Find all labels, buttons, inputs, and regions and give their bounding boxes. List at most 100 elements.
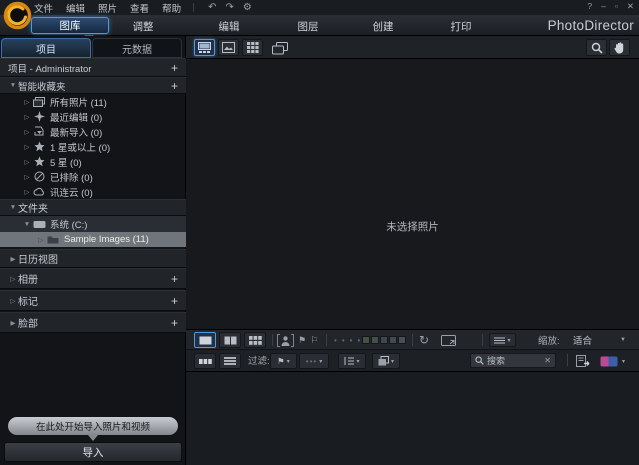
- folders-header[interactable]: ▼ 文件夹: [0, 199, 186, 216]
- tab-edit[interactable]: 编辑: [219, 19, 240, 34]
- flag-filter-dropdown[interactable]: ⚑ ▾: [270, 353, 297, 369]
- expand-icon[interactable]: ▶: [8, 255, 18, 263]
- share-dropdown[interactable]: ▾: [600, 353, 625, 369]
- minimize-button[interactable]: –: [601, 1, 606, 12]
- rating-dot[interactable]: •: [350, 336, 353, 345]
- expand-icon[interactable]: ▷: [22, 113, 32, 121]
- pan-tool-button[interactable]: [609, 39, 630, 56]
- menu-photo[interactable]: 照片: [98, 1, 117, 15]
- tab-layers[interactable]: 图层: [298, 19, 319, 34]
- single-view-button[interactable]: [194, 332, 216, 348]
- dual-view-button[interactable]: [219, 332, 241, 348]
- expand-icon[interactable]: ▷: [36, 236, 46, 244]
- rating-dot[interactable]: •: [357, 336, 360, 345]
- color-label-3[interactable]: [380, 336, 388, 344]
- clear-search-icon[interactable]: ✕: [544, 356, 551, 365]
- folder-drive-c[interactable]: ▼ 系统 (C:): [0, 216, 186, 232]
- redo-icon[interactable]: ↷: [225, 2, 233, 13]
- add-album-button[interactable]: +: [171, 273, 178, 285]
- expand-icon[interactable]: ▷: [22, 173, 32, 181]
- rating-dot[interactable]: •: [342, 336, 345, 345]
- color-label-5[interactable]: [398, 336, 406, 344]
- color-label-4[interactable]: [389, 336, 397, 344]
- sidebar-item-one-star-up[interactable]: ▷ 1 星或以上 (0): [0, 139, 186, 154]
- add-project-button[interactable]: +: [171, 62, 178, 74]
- project-header[interactable]: 项目 - Administrator +: [0, 58, 186, 77]
- collapse-icon[interactable]: ▼: [8, 82, 18, 89]
- maximize-button[interactable]: ▫: [615, 1, 618, 12]
- expand-icon[interactable]: ▷: [8, 275, 18, 283]
- calendar-view-header[interactable]: ▶ 日历视图: [0, 249, 186, 268]
- color-label-1[interactable]: [362, 336, 370, 344]
- zoom-level-dropdown[interactable]: 适合 ▼: [573, 332, 626, 348]
- stack-dropdown[interactable]: ▾: [372, 353, 400, 369]
- expand-icon[interactable]: ▷: [22, 128, 32, 136]
- albums-header[interactable]: ▷ 相册 +: [0, 268, 186, 289]
- color-label-2[interactable]: [371, 336, 379, 344]
- app-logo-icon[interactable]: [3, 1, 32, 30]
- expand-icon[interactable]: ▷: [8, 297, 18, 305]
- tab-metadata[interactable]: 元数据: [92, 38, 182, 58]
- collapse-icon[interactable]: ▼: [22, 221, 32, 228]
- import-hint-tooltip[interactable]: 在此处开始导入照片和视频: [8, 417, 178, 435]
- faces-header[interactable]: ▶ 脸部 +: [0, 312, 186, 333]
- multi-view-button[interactable]: [244, 332, 266, 348]
- flag-pick-icon[interactable]: ⚑: [298, 335, 306, 346]
- rotate-icon[interactable]: ↻: [419, 332, 429, 348]
- undo-icon[interactable]: ↶: [208, 2, 216, 13]
- flag-reject-icon[interactable]: ⚐: [310, 335, 318, 346]
- sidebar-item-excluded[interactable]: ▷ 已排除 (0): [0, 169, 186, 184]
- close-button[interactable]: ✕: [627, 1, 634, 12]
- export-button[interactable]: [576, 353, 591, 369]
- slideshow-button[interactable]: [441, 332, 456, 348]
- smart-collection-header[interactable]: ▼ 智能收藏夹 +: [0, 77, 186, 94]
- tab-create[interactable]: 创建: [373, 19, 394, 34]
- rating-dots-icon: •••: [305, 356, 318, 366]
- sidebar-item-recently-edited[interactable]: ▷ 最近编辑 (0): [0, 109, 186, 124]
- sidebar-item-five-star[interactable]: ▷ 5 星 (0): [0, 154, 186, 169]
- photo-viewer-canvas[interactable]: 未选择照片: [186, 59, 639, 329]
- add-smart-collection-button[interactable]: +: [171, 80, 178, 92]
- add-tag-button[interactable]: +: [171, 295, 178, 307]
- menu-view[interactable]: 查看: [130, 1, 149, 15]
- tab-library[interactable]: 图库: [31, 17, 109, 34]
- filmstrip-panel[interactable]: [186, 372, 639, 465]
- menu-edit[interactable]: 编辑: [66, 1, 85, 15]
- menu-help[interactable]: 帮助: [162, 1, 181, 15]
- tab-print[interactable]: 打印: [451, 19, 472, 34]
- viewer-view-icon: [222, 42, 235, 53]
- browser-view-button[interactable]: [194, 39, 215, 56]
- expand-icon[interactable]: ▷: [22, 158, 32, 166]
- face-tag-button[interactable]: [277, 332, 294, 348]
- sidebar-item-cyberlink-cloud[interactable]: ▷ 讯连云 (0): [0, 184, 186, 199]
- expand-icon[interactable]: ▷: [22, 98, 32, 106]
- chevron-down-icon: ▾: [507, 337, 511, 344]
- search-input[interactable]: [487, 355, 542, 366]
- import-button[interactable]: 导入: [4, 442, 182, 462]
- settings-gear-icon[interactable]: ⚙: [243, 2, 252, 13]
- compare-mode-button[interactable]: [272, 40, 288, 56]
- zoom-tool-button[interactable]: [586, 39, 607, 56]
- help-button[interactable]: ?: [587, 1, 592, 12]
- rating-dot[interactable]: •: [334, 336, 337, 345]
- grid-view-button[interactable]: [242, 39, 263, 56]
- rating-filter-dropdown[interactable]: ••• ▾: [299, 353, 329, 369]
- expand-icon[interactable]: ▷: [22, 188, 32, 196]
- sidebar-item-all-photos[interactable]: ▷ 所有照片 (11): [0, 94, 186, 109]
- thumbnail-view-button[interactable]: [194, 353, 216, 369]
- list-view-button[interactable]: [219, 353, 241, 369]
- tab-adjust[interactable]: 调整: [133, 19, 154, 34]
- expand-icon[interactable]: ▷: [22, 143, 32, 151]
- folder-sample-images[interactable]: ▷ Sample Images (11): [0, 232, 186, 247]
- sidebar-item-latest-import[interactable]: ▷ 最新导入 (0): [0, 124, 186, 139]
- view-options-button[interactable]: ▾: [489, 333, 516, 347]
- tab-project[interactable]: 项目: [1, 38, 91, 58]
- collapse-icon[interactable]: ▼: [8, 204, 18, 211]
- add-face-button[interactable]: +: [171, 317, 178, 329]
- menu-file[interactable]: 文件: [34, 1, 53, 15]
- tags-header[interactable]: ▷ 标记 +: [0, 290, 186, 311]
- viewer-view-button[interactable]: [218, 39, 239, 56]
- sort-dropdown[interactable]: ▾: [338, 353, 366, 369]
- search-box[interactable]: ✕: [470, 353, 556, 368]
- expand-icon[interactable]: ▶: [8, 319, 18, 327]
